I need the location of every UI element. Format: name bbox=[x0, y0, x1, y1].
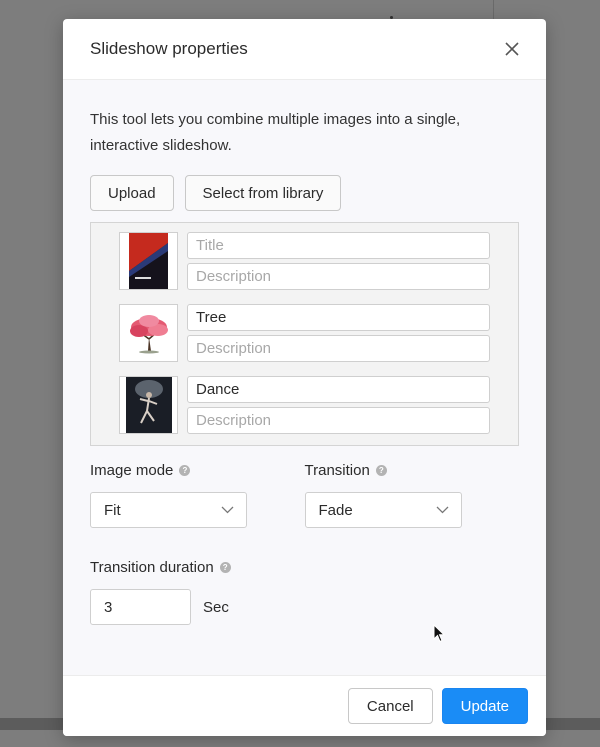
update-button[interactable]: Update bbox=[441, 688, 528, 724]
image-thumbnail[interactable] bbox=[119, 304, 178, 362]
image-item bbox=[119, 304, 490, 376]
chevron-down-icon bbox=[221, 506, 234, 514]
slideshow-properties-dialog: Slideshow properties This tool lets you … bbox=[63, 19, 546, 736]
select-from-library-button[interactable]: Select from library bbox=[184, 175, 342, 211]
image-fields bbox=[187, 232, 490, 304]
transition-select[interactable]: Fade bbox=[304, 492, 462, 528]
dialog-footer: Cancel Update bbox=[63, 675, 546, 736]
help-icon[interactable]: ? bbox=[375, 464, 387, 476]
dancer-thumbnail-icon bbox=[125, 377, 172, 433]
transition-value: Fade bbox=[318, 501, 353, 519]
transition-duration-group: Transition duration ? Sec bbox=[90, 559, 519, 625]
transition-group: Transition ? Fade bbox=[304, 461, 520, 528]
image-description-input[interactable] bbox=[187, 407, 490, 434]
image-thumbnail[interactable] bbox=[119, 376, 178, 434]
dialog-body: This tool lets you combine multiple imag… bbox=[63, 80, 546, 675]
image-mode-label: Image mode bbox=[90, 461, 174, 479]
source-buttons: Upload Select from library bbox=[90, 175, 519, 211]
dialog-title: Slideshow properties bbox=[90, 39, 248, 58]
image-fields bbox=[187, 376, 490, 448]
image-description-input[interactable] bbox=[187, 335, 490, 362]
image-list bbox=[90, 222, 519, 446]
transition-duration-label: Transition duration bbox=[90, 558, 214, 576]
image-item bbox=[119, 376, 490, 448]
help-icon[interactable]: ? bbox=[219, 561, 231, 573]
help-icon[interactable]: ? bbox=[179, 464, 191, 476]
transition-label: Transition bbox=[304, 461, 370, 479]
image-fields bbox=[187, 304, 490, 376]
poster-thumbnail-icon bbox=[129, 233, 168, 289]
duration-unit: Sec bbox=[203, 598, 229, 616]
tree-thumbnail-icon bbox=[129, 315, 168, 354]
intro-text: This tool lets you combine multiple imag… bbox=[90, 111, 461, 154]
image-title-input[interactable] bbox=[187, 232, 490, 259]
image-item bbox=[119, 232, 490, 304]
chevron-down-icon bbox=[436, 506, 448, 514]
dialog-header: Slideshow properties bbox=[63, 19, 546, 80]
image-title-input[interactable] bbox=[187, 304, 490, 331]
image-mode-value: Fit bbox=[104, 501, 121, 519]
transition-duration-input[interactable] bbox=[90, 589, 191, 625]
cancel-button[interactable]: Cancel bbox=[347, 688, 433, 724]
mouse-cursor-icon bbox=[433, 624, 445, 643]
display-options: Image mode ? Fit Transition ? Fade bbox=[90, 462, 519, 528]
image-mode-group: Image mode ? Fit bbox=[90, 462, 305, 528]
image-thumbnail[interactable] bbox=[119, 232, 178, 290]
upload-button[interactable]: Upload bbox=[90, 175, 174, 211]
close-icon[interactable] bbox=[502, 39, 522, 59]
image-title-input[interactable] bbox=[187, 376, 490, 403]
image-mode-select[interactable]: Fit bbox=[90, 492, 247, 528]
image-description-input[interactable] bbox=[187, 263, 490, 290]
backdrop-divider bbox=[493, 0, 494, 20]
